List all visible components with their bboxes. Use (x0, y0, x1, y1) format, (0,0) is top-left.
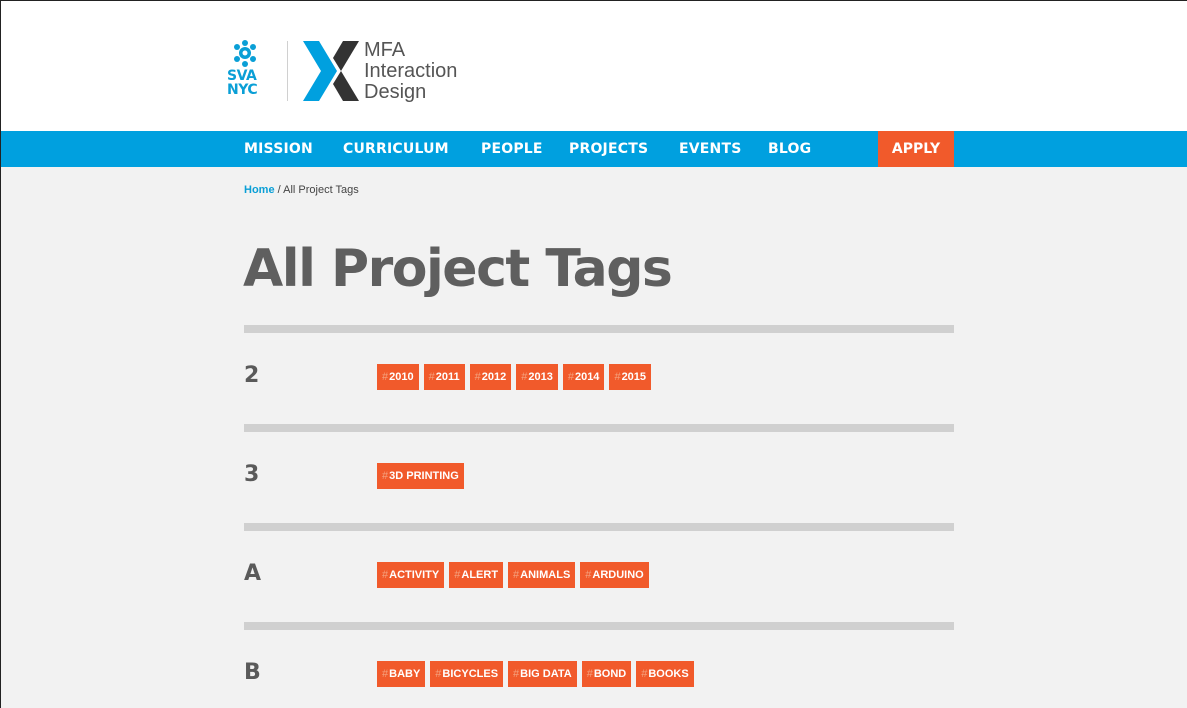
tag-list: #3D PRINTING (377, 463, 464, 489)
nav-item-blog[interactable]: BLOG (768, 131, 811, 167)
group-letter: 3 (244, 462, 260, 487)
tag-bond[interactable]: #BOND (581, 661, 632, 687)
tag-group-2: 2 #2010 #2011 #2012 #2013 #2014 #2015 (244, 325, 954, 423)
hash-mark: # (382, 668, 389, 680)
tag-label: ANIMALS (520, 569, 571, 581)
tag-label: 3D PRINTING (389, 470, 459, 482)
hash-mark: # (513, 569, 520, 581)
tag-animals[interactable]: #ANIMALS (508, 562, 576, 588)
hash-mark: # (382, 470, 389, 482)
program-line-3: Design (364, 81, 427, 103)
nyc-text: NYC (227, 82, 258, 98)
tag-alert[interactable]: #ALERT (449, 562, 504, 588)
hash-mark: # (614, 371, 621, 383)
tag-label: 2013 (528, 371, 553, 383)
tag-label: BABY (389, 668, 421, 680)
tag-2010[interactable]: #2010 (377, 364, 419, 390)
group-letter: A (244, 561, 262, 586)
tag-2013[interactable]: #2013 (516, 364, 558, 390)
group-divider (244, 622, 954, 630)
program-name[interactable]: MFA Interaction Design (364, 40, 457, 103)
tag-2011[interactable]: #2011 (423, 364, 465, 390)
tag-2014[interactable]: #2014 (562, 364, 605, 390)
mfa-ixd-x-logo-icon[interactable] (303, 41, 359, 101)
hash-mark: # (382, 371, 389, 383)
logo-divider (287, 41, 288, 101)
hash-mark: # (521, 371, 528, 383)
hash-mark: # (567, 371, 574, 383)
tag-label: 2012 (481, 371, 507, 383)
tag-group-3: 3 #3D PRINTING (244, 424, 954, 522)
tag-label: BIG DATA (520, 668, 572, 680)
tag-bicycles[interactable]: #BICYCLES (430, 661, 504, 687)
program-line-1: MFA (364, 39, 406, 61)
sva-nyc-wordmark: SVA NYC (227, 69, 267, 97)
tag-list: #2010 #2011 #2012 #2013 #2014 #2015 (377, 364, 652, 390)
hash-mark: # (513, 668, 520, 680)
breadcrumb-home-link[interactable]: Home (244, 184, 275, 196)
tag-group-b: B #BABY #BICYCLES #BIG DATA #BOND #BOOKS (244, 622, 954, 708)
nav-item-mission[interactable]: MISSION (244, 131, 313, 167)
program-line-2: Interaction (364, 60, 458, 82)
nav-item-curriculum[interactable]: CURRICULUM (343, 131, 449, 167)
tag-label: BOOKS (648, 668, 689, 680)
breadcrumb-separator: / (277, 184, 281, 196)
tag-list: #ACTIVITY #ALERT #ANIMALS #ARDUINO (377, 562, 649, 588)
tag-label: 2011 (435, 371, 460, 383)
tag-list: #BABY #BICYCLES #BIG DATA #BOND #BOOKS (377, 661, 694, 687)
tag-books[interactable]: #BOOKS (636, 661, 694, 687)
nav-item-people[interactable]: PEOPLE (481, 131, 543, 167)
group-letter: B (244, 660, 261, 685)
tag-label: ACTIVITY (389, 569, 440, 581)
group-divider (244, 325, 954, 333)
breadcrumb-current: All Project Tags (283, 184, 359, 196)
tag-activity[interactable]: #ACTIVITY (377, 562, 445, 588)
group-letter: 2 (244, 363, 260, 388)
hash-mark: # (382, 569, 389, 581)
nav-item-projects[interactable]: PROJECTS (569, 131, 648, 167)
tag-label: BOND (593, 668, 627, 680)
tag-3d-printing[interactable]: #3D PRINTING (377, 463, 464, 489)
tag-baby[interactable]: #BABY (377, 661, 426, 687)
hash-mark: # (585, 569, 592, 581)
tag-label: ARDUINO (592, 569, 644, 581)
group-divider (244, 523, 954, 531)
hash-mark: # (474, 371, 481, 383)
breadcrumb: Home / All Project Tags (244, 184, 359, 196)
main-navigation: MISSION CURRICULUM PEOPLE PROJECTS EVENT… (1, 131, 1187, 167)
hash-mark: # (428, 371, 435, 383)
tag-label: ALERT (461, 569, 499, 581)
hash-mark: # (641, 668, 648, 680)
tag-label: BICYCLES (442, 668, 499, 680)
tag-label: 2014 (574, 371, 600, 383)
tag-label: 2010 (389, 371, 414, 383)
nav-item-events[interactable]: EVENTS (679, 131, 742, 167)
tag-label: 2015 (621, 371, 647, 383)
sva-nyc-logo[interactable]: SVA NYC (227, 39, 277, 103)
site-header: SVA NYC MFA Interaction Design (1, 1, 1187, 131)
hash-mark: # (435, 668, 442, 680)
sva-emblem-icon (234, 40, 256, 67)
hash-mark: # (586, 668, 593, 680)
tag-2012[interactable]: #2012 (469, 364, 512, 390)
tag-2015[interactable]: #2015 (609, 364, 652, 390)
tag-arduino[interactable]: #ARDUINO (580, 562, 649, 588)
apply-button[interactable]: APPLY (878, 131, 954, 167)
page-title: All Project Tags (243, 239, 673, 299)
hash-mark: # (454, 569, 461, 581)
tag-group-a: A #ACTIVITY #ALERT #ANIMALS #ARDUINO (244, 523, 954, 621)
tag-big-data[interactable]: #BIG DATA (508, 661, 577, 687)
group-divider (244, 424, 954, 432)
